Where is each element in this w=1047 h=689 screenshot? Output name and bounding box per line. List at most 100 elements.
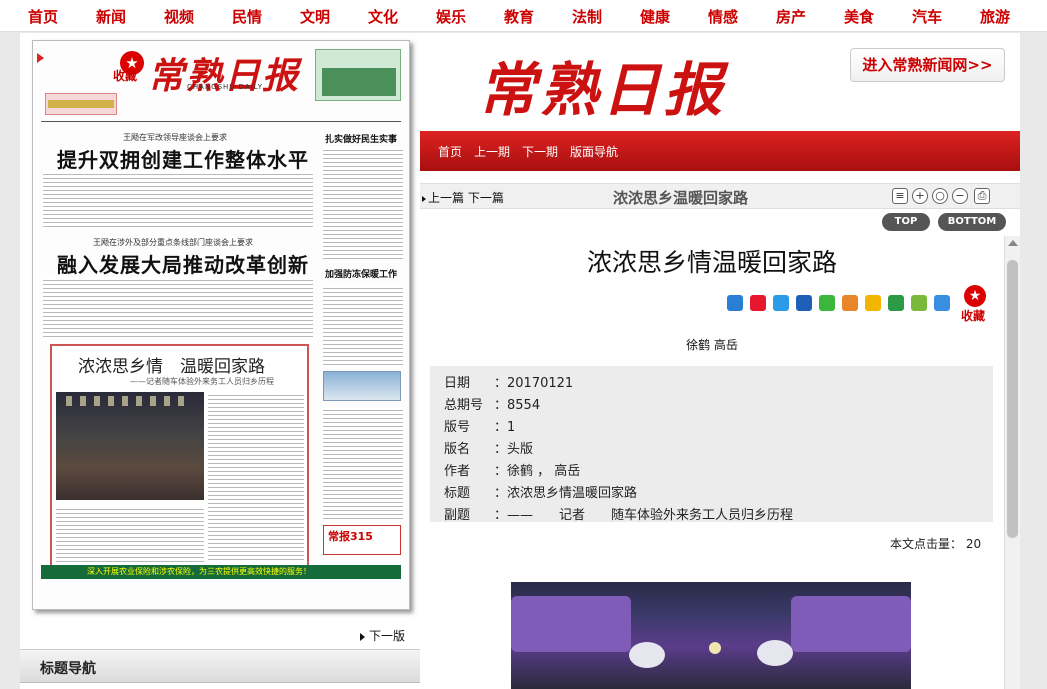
feature-title: 浓浓思乡情 温暖回家路 bbox=[78, 357, 265, 377]
click-count-value: 20 bbox=[965, 537, 982, 551]
feature-photo bbox=[56, 392, 204, 500]
page-flag-icon bbox=[37, 53, 47, 63]
scroll-bottom-button[interactable]: BOTTOM bbox=[938, 213, 1006, 231]
photo-luggage-rack bbox=[511, 596, 631, 652]
kicker-1[interactable]: 王飏在军改领导座谈会上要求 bbox=[123, 132, 227, 143]
nav-item-culture[interactable]: 文化 bbox=[368, 6, 398, 27]
arrow-right-icon bbox=[422, 195, 426, 202]
meta-row-date: 日期 ：20170121 bbox=[444, 376, 574, 391]
article-text-block[interactable] bbox=[43, 171, 313, 229]
side-text-block[interactable] bbox=[323, 285, 403, 367]
article-text-block[interactable] bbox=[43, 277, 313, 339]
divider bbox=[41, 121, 401, 122]
side-text-block[interactable] bbox=[323, 407, 403, 519]
nav-item-education[interactable]: 教育 bbox=[504, 6, 534, 27]
newspaper-footer-banner[interactable]: 深入开展农业保险和涉农保险，为三农提供更高效快捷的服务！ bbox=[41, 565, 401, 579]
side-photo[interactable] bbox=[323, 371, 401, 401]
nav-item-travel[interactable]: 旅游 bbox=[980, 6, 1010, 27]
nav-next-issue[interactable]: 下一期 bbox=[522, 143, 558, 160]
star-icon[interactable]: ★ bbox=[964, 285, 986, 307]
prev-next-article[interactable]: 上一篇 下一篇 bbox=[422, 189, 504, 206]
article-panel: 常熟日报 进入常熟新闻网>> 首页 上一期 下一期 版面导航 上一篇 下一篇 浓… bbox=[420, 33, 1020, 689]
meta-row-page-number: 版号 ：1 bbox=[444, 420, 516, 435]
kaixin-icon[interactable] bbox=[911, 295, 927, 311]
wechat-icon[interactable] bbox=[819, 295, 835, 311]
newspaper-left-ad[interactable] bbox=[45, 93, 117, 115]
nav-page-navigation[interactable]: 版面导航 bbox=[570, 143, 618, 160]
click-count: 本文点击量： 20 bbox=[890, 537, 982, 551]
article-byline: 徐鹤 高岳 bbox=[686, 338, 738, 352]
newspaper-subtitle: CHANGSHU DAILY bbox=[187, 83, 264, 91]
issue-nav-bar: 首页 上一期 下一期 版面导航 bbox=[420, 131, 1020, 171]
feature-text-block bbox=[56, 506, 204, 564]
favorite-label[interactable]: 收藏 bbox=[113, 67, 137, 84]
zoom-in-icon[interactable]: + bbox=[912, 188, 928, 204]
nav-item-emotion[interactable]: 情感 bbox=[708, 6, 738, 27]
renren-icon[interactable] bbox=[796, 295, 812, 311]
zoom-reset-icon[interactable]: ○ bbox=[932, 188, 948, 204]
feature-text-block bbox=[208, 392, 304, 562]
top-category-nav: 首页 新闻 视频 民情 文明 文化 娱乐 教育 法制 健康 情感 房产 美食 汽… bbox=[0, 0, 1047, 32]
share-more-icon[interactable] bbox=[727, 295, 743, 311]
nav-item-entertainment[interactable]: 娱乐 bbox=[436, 6, 466, 27]
nav-item-food[interactable]: 美食 bbox=[844, 6, 874, 27]
printer-icon[interactable]: ⎙ bbox=[974, 188, 990, 204]
nav-item-public-opinion[interactable]: 民情 bbox=[232, 6, 262, 27]
photo-luggage bbox=[757, 640, 793, 666]
pengyou-icon[interactable] bbox=[865, 295, 881, 311]
weibo-icon[interactable] bbox=[750, 295, 766, 311]
nav-item-news[interactable]: 新闻 bbox=[96, 6, 126, 27]
toolbar-article-title: 浓浓思乡温暖回家路 bbox=[613, 189, 749, 207]
scroll-top-button[interactable]: TOP bbox=[882, 213, 930, 231]
enter-news-site-button[interactable]: 进入常熟新闻网>> bbox=[850, 48, 1005, 82]
nav-item-auto[interactable]: 汽车 bbox=[912, 6, 942, 27]
favorite-button[interactable]: 收藏 bbox=[961, 307, 985, 324]
scrollbar[interactable] bbox=[1004, 236, 1020, 689]
tencent-weibo-icon[interactable] bbox=[842, 295, 858, 311]
article-title: 浓浓思乡情温暖回家路 bbox=[586, 248, 837, 277]
nav-item-real-estate[interactable]: 房产 bbox=[776, 6, 806, 27]
qzone-icon[interactable] bbox=[773, 295, 789, 311]
nav-item-health[interactable]: 健康 bbox=[640, 6, 670, 27]
nav-prev-issue[interactable]: 上一期 bbox=[474, 143, 510, 160]
photo-ceiling-lamp bbox=[709, 642, 721, 654]
side-headline-1[interactable]: 扎实做好民生实事 bbox=[325, 132, 397, 145]
photo-luggage-rack bbox=[791, 596, 911, 652]
article-toolbar: 上一篇 下一篇 浓浓思乡温暖回家路 ≡ + ○ − ⎙ bbox=[420, 183, 1020, 209]
title-navigation-header: 标题导航 bbox=[20, 649, 420, 683]
article-metadata-table: 日期 ：20170121 总期号 ：8554 版号 ：1 版名 ：头版 作者 ：徐鹤 ， … bbox=[430, 366, 993, 523]
newspaper-page-image[interactable]: ★ 收藏 常熟日报 CHANGSHU DAILY 王飏在军改领导座谈会上要求 提… bbox=[32, 40, 410, 610]
print-preview-icon[interactable]: ≡ bbox=[892, 188, 908, 204]
meta-row-issue-total: 总期号 ：8554 bbox=[444, 398, 541, 413]
nav-item-video[interactable]: 视频 bbox=[164, 6, 194, 27]
title-navigation-label: 标题导航 bbox=[40, 661, 96, 677]
count-icon[interactable] bbox=[934, 295, 950, 311]
nav-item-home[interactable]: 首页 bbox=[28, 6, 58, 27]
newspaper-masthead: 常熟日报 bbox=[148, 55, 301, 97]
nav-home[interactable]: 首页 bbox=[438, 143, 462, 160]
side-text-block[interactable] bbox=[323, 147, 403, 259]
arrow-right-icon bbox=[360, 632, 365, 641]
next-page-link[interactable]: 下一版 bbox=[360, 627, 405, 644]
side-headline-2[interactable]: 加强防冻保暖工作 bbox=[325, 267, 397, 280]
meta-row-subtitle: 副题 ：—— 记者 随车体验外来务工人员归乡历程 bbox=[444, 508, 794, 523]
headline-2[interactable]: 融入发展大局推动改革创新 bbox=[57, 249, 309, 278]
newspaper-corner-ad[interactable] bbox=[315, 49, 401, 101]
kicker-2[interactable]: 王飏在涉外及部分重点条线部门座谈会上要求 bbox=[93, 237, 253, 248]
meta-row-title: 标题 ：浓浓思乡情温暖回家路 bbox=[444, 486, 638, 501]
scroll-up-icon[interactable] bbox=[1008, 240, 1018, 246]
headline-1[interactable]: 提升双拥创建工作整体水平 bbox=[57, 144, 309, 173]
article-photo[interactable] bbox=[511, 582, 911, 689]
zoom-out-icon[interactable]: − bbox=[952, 188, 968, 204]
nav-item-law[interactable]: 法制 bbox=[572, 6, 602, 27]
site-logo[interactable]: 常熟日报 bbox=[478, 43, 726, 127]
ad-315[interactable]: 常报315 bbox=[323, 525, 401, 555]
feature-subtitle: ——记者随车体验外来务工人员归乡历程 bbox=[130, 377, 274, 386]
photo-luggage bbox=[629, 642, 665, 668]
meta-row-author: 作者 ：徐鹤 ， 高岳 bbox=[444, 464, 581, 479]
feature-article-box[interactable]: 浓浓思乡情 温暖回家路 ——记者随车体验外来务工人员归乡历程 bbox=[50, 344, 309, 570]
douban-icon[interactable] bbox=[888, 295, 904, 311]
page-thumbnail-panel: ★ 收藏 常熟日报 CHANGSHU DAILY 王飏在军改领导座谈会上要求 提… bbox=[20, 33, 420, 689]
nav-item-civility[interactable]: 文明 bbox=[300, 6, 330, 27]
scrollbar-thumb[interactable] bbox=[1007, 260, 1018, 538]
